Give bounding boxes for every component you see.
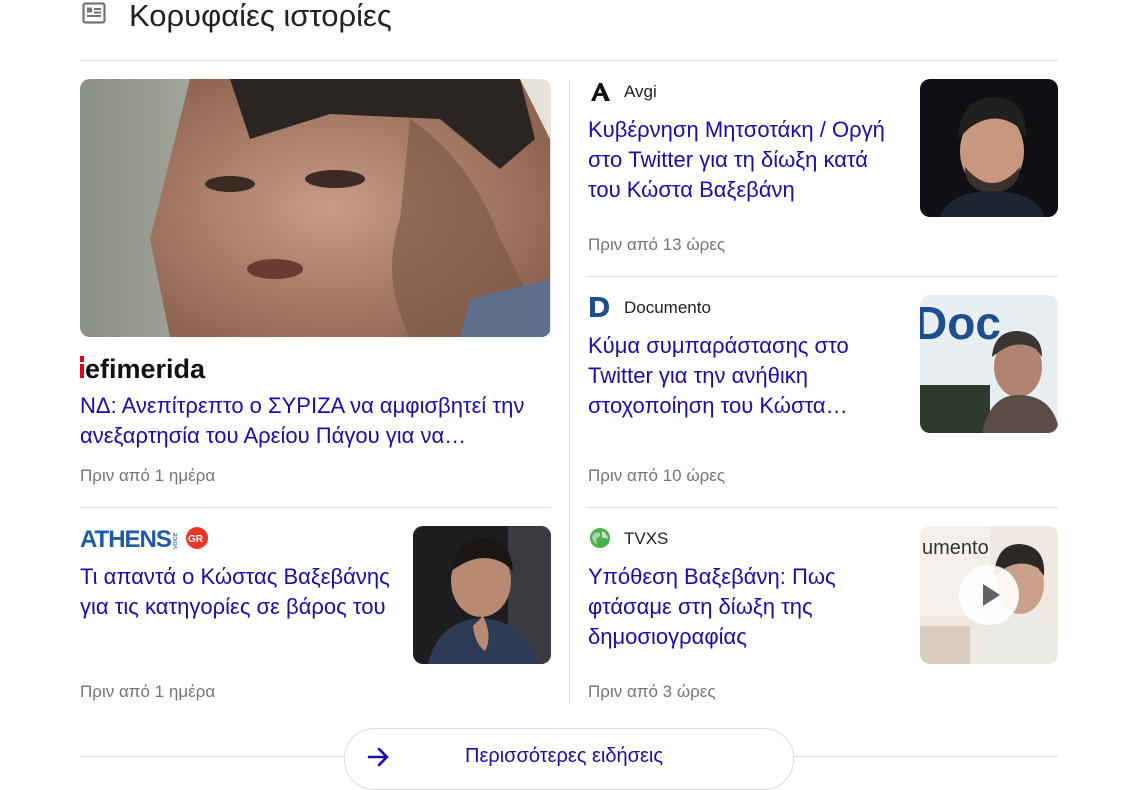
avgi-logo-icon <box>591 83 610 101</box>
more-news-button[interactable]: Περισσότερες ειδήσεις <box>344 728 794 790</box>
svg-text:GR: GR <box>188 534 204 545</box>
athens-story-image[interactable] <box>413 526 551 664</box>
tvxs-story-image[interactable]: umento <box>920 526 1058 664</box>
documento-story-time: Πριν από 10 ώρες <box>588 466 726 485</box>
top-stories-header: Κορυφαίες ιστορίες <box>80 0 1058 61</box>
avgi-story-image[interactable] <box>920 79 1058 217</box>
main-story-headline[interactable]: ΝΔ: Ανεπίτρεπτο ο ΣΥΡΙΖΑ να αμφισβητεί τ… <box>80 391 551 451</box>
tvxs-image-text: umento <box>922 537 989 559</box>
documento-image-text: Doc <box>920 297 1001 349</box>
tvxs-story-time: Πριν από 3 ώρες <box>588 682 716 701</box>
athensvoice-logo: ATHENS voice GR <box>80 524 212 553</box>
section-title: Κορυφαίες ιστορίες <box>129 0 392 33</box>
play-button-icon[interactable] <box>959 565 1019 625</box>
column-divider <box>569 80 570 704</box>
documento-source-name: Documento <box>624 298 711 317</box>
iefimerida-logo: efimerida <box>80 352 232 384</box>
arrow-right-icon <box>367 747 389 767</box>
main-story-image[interactable] <box>80 79 551 337</box>
avgi-story-headline[interactable]: Κυβέρνηση Μητσοτάκη / Οργή στο Twitter γ… <box>588 115 906 205</box>
tvxs-source-name: TVXS <box>624 529 669 548</box>
svg-text:voice: voice <box>172 533 179 549</box>
documento-logo-icon <box>590 297 609 317</box>
avgi-source-name: Avgi <box>624 82 657 101</box>
main-story-time: Πριν από 1 ημέρα <box>80 466 216 485</box>
newspaper-icon <box>82 2 106 24</box>
divider <box>80 507 551 508</box>
svg-text:ATHENS: ATHENS <box>80 526 172 552</box>
more-news-label: Περισσότερες ειδήσεις <box>465 745 663 767</box>
avgi-story-time: Πριν από 13 ώρες <box>588 235 726 254</box>
athens-story-headline[interactable]: Τι απαντά ο Κώστας Βαξεβάνης για τις κατ… <box>80 562 400 622</box>
documento-story-image[interactable]: Doc <box>920 295 1058 433</box>
divider <box>588 276 1058 277</box>
tvxs-logo-icon <box>590 528 610 548</box>
svg-text:efimerida: efimerida <box>85 354 206 382</box>
documento-story-headline[interactable]: Κύμα συμπαράστασης στο Twitter για την α… <box>588 331 906 421</box>
divider <box>588 507 1058 508</box>
tvxs-story-headline[interactable]: Υπόθεση Βαξεβάνη: Πως φτάσαμε στη δίωξη … <box>588 562 906 652</box>
athens-story-time: Πριν από 1 ημέρα <box>80 682 216 701</box>
